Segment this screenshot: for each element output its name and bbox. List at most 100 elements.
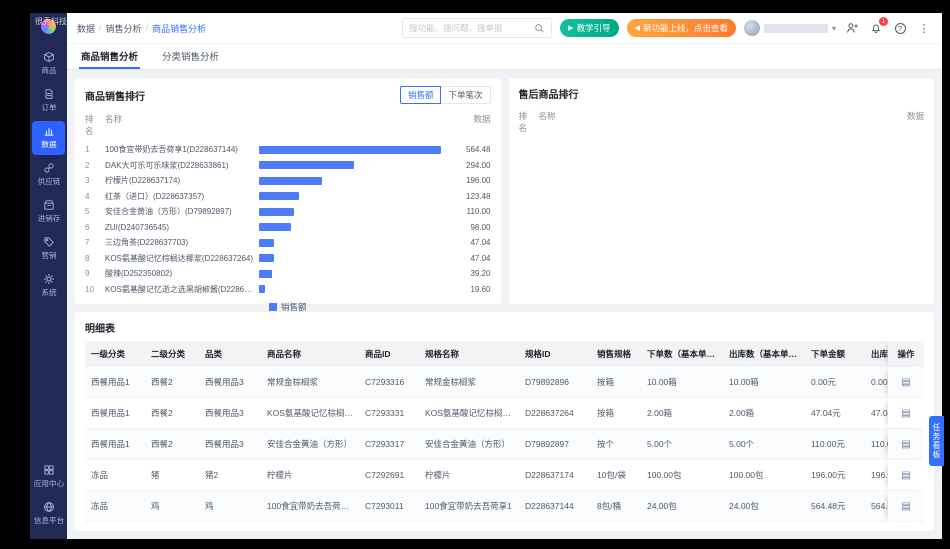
cell: 柠檬片 — [261, 460, 359, 491]
chart-product-name: KOS氨基酸记忆棕榈达椰浆(D228637264) — [105, 253, 255, 264]
detail-table-wrap[interactable]: 一级分类二级分类品类商品名称商品ID规格名称规格ID销售规格下单数（基本单位）出… — [85, 341, 924, 523]
tab-2[interactable]: 分类销售分析 — [160, 44, 221, 69]
sidebar-item-info-platform[interactable]: 信息平台 — [32, 497, 65, 531]
new-feature-button[interactable]: ◀ 新功能上线，点击查看 — [627, 19, 736, 37]
breadcrumb-item[interactable]: 数据 — [77, 22, 95, 35]
detail-action-icon[interactable]: ▤ — [901, 408, 910, 419]
cell: 100食宜带奶去吾荷享1 — [419, 491, 519, 522]
cell: 2.00箱 — [641, 398, 723, 429]
name-column-label: 名称 — [539, 110, 875, 134]
help-button[interactable]: ? — [892, 20, 908, 36]
chart-bar — [259, 223, 291, 231]
invite-user-button[interactable] — [844, 20, 860, 36]
chart-value: 123.48 — [445, 192, 491, 201]
detail-action-icon[interactable]: ▤ — [901, 377, 910, 388]
sidebar-item-supply-chain[interactable]: 供应链 — [32, 158, 65, 192]
action-cell: ▤ — [888, 429, 924, 460]
sidebar-item-app-center[interactable]: 应用中心 — [32, 460, 65, 494]
chart-bar-track — [259, 285, 441, 293]
cell: 196.00元 — [805, 460, 865, 491]
sidebar-item-label: 进销存 — [37, 213, 60, 223]
cell: 西餐用品3 — [199, 367, 261, 398]
notifications-button[interactable]: 1 — [868, 20, 884, 36]
cell: 猪 — [145, 460, 199, 491]
chart-row: 8 KOS氨基酸记忆棕榈达椰浆(D228637264) 47.04 — [85, 251, 491, 267]
column-header: 一级分类 — [85, 341, 145, 367]
chart-row: 2DAK大可乐可乐味浆(D228633861)294.00 — [85, 158, 491, 174]
top-cards-row: 商品销售排行 销售额 下单笔次 排名 名称 数据 1100食宜带奶去吾荷享1(D… — [75, 78, 934, 304]
search-icon[interactable] — [534, 23, 545, 34]
chart-value: 19.60 — [445, 285, 491, 294]
sidebar-item-label: 应用中心 — [33, 478, 63, 488]
sidebar-item-orders[interactable]: 订单 — [32, 84, 65, 118]
action-cell: ▤ — [888, 367, 924, 398]
cell: 110.00元 — [805, 429, 865, 460]
cell: 西餐用品1 — [85, 367, 145, 398]
tag-icon — [43, 236, 55, 248]
chart-value: 110.00 — [445, 207, 491, 216]
toggle-order-count[interactable]: 下单笔次 — [440, 86, 490, 104]
sales-ranking-header: 商品销售排行 销售额 下单笔次 — [85, 86, 491, 104]
table-row: 冻品鸡鸡100食宜带奶去吾荷享1C7293011100食宜带奶去吾荷享1D228… — [85, 491, 924, 522]
account-name-blurred — [764, 24, 828, 33]
cell: 按箱 — [591, 367, 641, 398]
sidebar-item-data[interactable]: 数据 — [32, 121, 65, 155]
rank-column-label: 排名 — [85, 113, 101, 137]
help-icon: ? — [895, 23, 906, 34]
sidebar-item-goods[interactable]: 商品 — [32, 47, 65, 81]
cell: D228637144 — [519, 491, 591, 522]
chart-value: 564.48 — [445, 145, 491, 154]
chart-rank: 9 — [85, 269, 101, 278]
chart-product-name: 100食宜带奶去吾荷享1(D228637144) — [105, 144, 255, 155]
task-board-tab[interactable]: 任务看板 — [929, 416, 944, 466]
account-menu[interactable]: ▾ — [744, 20, 836, 36]
chart-value: 47.04 — [445, 254, 491, 263]
detail-action-icon[interactable]: ▤ — [901, 439, 910, 450]
cell: 常规金棕榈浆 — [261, 367, 359, 398]
chart-rank: 10 — [85, 285, 101, 294]
sales-ranking-card: 商品销售排行 销售额 下单笔次 排名 名称 数据 1100食宜带奶去吾荷享1(D… — [75, 78, 501, 304]
value-column-label: 数据 — [878, 110, 924, 134]
metric-toggle: 销售额 下单笔次 — [400, 86, 491, 104]
cell: 100.00包 — [723, 460, 805, 491]
after-sale-empty-body — [519, 139, 925, 296]
brand-logo-icon[interactable] — [41, 19, 56, 34]
search-input[interactable] — [409, 23, 530, 33]
sidebar: 商品 订单 数据 供应链 进销存 营销 系统 应用中心 — [30, 13, 67, 539]
tab-1[interactable]: 商品销售分析 — [79, 44, 140, 69]
cell: 10.00箱 — [723, 367, 805, 398]
more-dots-icon: ⋮ — [919, 22, 930, 35]
toggle-sales-amount[interactable]: 销售额 — [400, 86, 442, 104]
cell: 猪2 — [199, 460, 261, 491]
chart-bar — [259, 285, 265, 293]
cell: 0.00元 — [805, 367, 865, 398]
cell: D228637174 — [519, 460, 591, 491]
chart-rank: 8 — [85, 254, 101, 263]
sidebar-item-label: 信息平台 — [33, 515, 63, 525]
breadcrumb-item[interactable]: 销售分析 — [106, 22, 142, 35]
detail-action-icon[interactable]: ▤ — [901, 501, 910, 512]
megaphone-icon: ◀ — [635, 25, 640, 32]
chart-value: 47.04 — [445, 238, 491, 247]
sidebar-item-label: 供应链 — [37, 176, 60, 186]
cube-icon — [43, 51, 55, 63]
chart-rank: 7 — [85, 238, 101, 247]
sidebar-item-marketing[interactable]: 营销 — [32, 232, 65, 266]
chart-value: 196.00 — [445, 176, 491, 185]
chart-bar-track — [259, 208, 441, 216]
table-row: 西餐用品1西餐2西餐用品3KOS氨基酸记忆棕榈达椰浆C7293331KOS氨基酸… — [85, 398, 924, 429]
guide-button[interactable]: ▶ 教学引导 — [560, 19, 618, 37]
cell: D79892896 — [519, 367, 591, 398]
user-plus-icon — [846, 22, 858, 34]
grid-icon — [43, 464, 55, 476]
sidebar-item-inventory[interactable]: 进销存 — [32, 195, 65, 229]
rank-column-label: 排名 — [519, 110, 535, 134]
top-bar: 数据/销售分析/商品销售分析 ▶ 教学引导 ◀ 新功能上线，点击查看 — [67, 13, 942, 43]
cell: 100.00包 — [641, 460, 723, 491]
global-search[interactable] — [402, 18, 552, 38]
sidebar-item-system[interactable]: 系统 — [32, 269, 65, 303]
detail-action-icon[interactable]: ▤ — [901, 470, 910, 481]
more-button[interactable]: ⋮ — [916, 20, 932, 36]
sidebar-item-label: 商品 — [41, 65, 56, 75]
cell: D79892897 — [519, 429, 591, 460]
